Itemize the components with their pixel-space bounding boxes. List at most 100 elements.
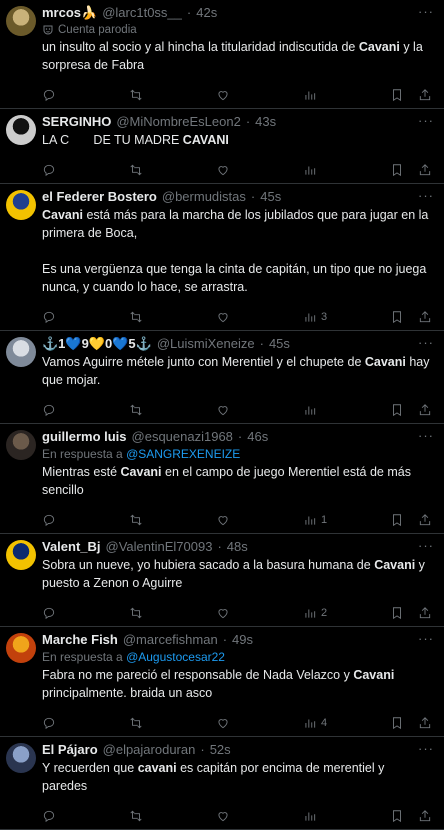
bookmark-button[interactable]: [390, 403, 404, 417]
retweet-button[interactable]: [129, 716, 216, 730]
avatar[interactable]: [6, 115, 36, 145]
tweet[interactable]: ··· el Federer Bostero @bermudistas · 45…: [0, 184, 444, 331]
display-name[interactable]: guillermo luis: [42, 428, 127, 446]
timestamp[interactable]: 46s: [247, 428, 268, 446]
avatar[interactable]: [6, 540, 36, 570]
display-name[interactable]: El Pájaro: [42, 741, 98, 759]
share-button[interactable]: [418, 513, 432, 527]
views-button[interactable]: 4: [303, 716, 390, 730]
more-icon[interactable]: ···: [418, 538, 434, 553]
reply-button[interactable]: [42, 513, 129, 527]
more-icon[interactable]: ···: [418, 4, 434, 19]
share-button[interactable]: [418, 403, 432, 417]
retweet-button[interactable]: [129, 809, 216, 823]
user-handle[interactable]: @bermudistas: [162, 188, 246, 206]
like-button[interactable]: [216, 88, 303, 102]
timestamp[interactable]: 43s: [255, 113, 276, 131]
views-button[interactable]: 2: [303, 606, 390, 620]
avatar[interactable]: [6, 190, 36, 220]
reply-button[interactable]: [42, 163, 129, 177]
reply-to-link[interactable]: @SANGREXENEIZE: [126, 447, 240, 461]
bookmark-button[interactable]: [390, 809, 404, 823]
like-button[interactable]: [216, 606, 303, 620]
display-name[interactable]: SERGINHO: [42, 113, 111, 131]
user-handle[interactable]: @esquenazi1968: [132, 428, 233, 446]
reply-to-link[interactable]: @Augustocesar22: [126, 650, 225, 664]
share-button[interactable]: [418, 163, 432, 177]
retweet-button[interactable]: [129, 163, 216, 177]
views-button[interactable]: 3: [303, 310, 390, 324]
user-handle[interactable]: @ValentinEl70093: [106, 538, 213, 556]
bookmark-button[interactable]: [390, 716, 404, 730]
more-icon[interactable]: ···: [418, 428, 434, 443]
like-button[interactable]: [216, 809, 303, 823]
views-icon: [305, 516, 316, 525]
reply-button[interactable]: [42, 310, 129, 324]
share-button[interactable]: [418, 88, 432, 102]
bookmark-button[interactable]: [390, 606, 404, 620]
display-name[interactable]: ⚓1💙9💛0💙5⚓: [42, 335, 152, 353]
views-button[interactable]: [303, 163, 390, 177]
views-button[interactable]: [303, 88, 390, 102]
more-icon[interactable]: ···: [418, 335, 434, 350]
like-button[interactable]: [216, 310, 303, 324]
display-name[interactable]: el Federer Bostero: [42, 188, 157, 206]
share-button[interactable]: [418, 716, 432, 730]
share-button[interactable]: [418, 310, 432, 324]
avatar[interactable]: [6, 743, 36, 773]
timestamp[interactable]: 42s: [196, 4, 217, 22]
text-segment: [69, 133, 90, 147]
bookmark-button[interactable]: [390, 88, 404, 102]
retweet-button[interactable]: [129, 513, 216, 527]
user-handle[interactable]: @LuismiXeneize: [157, 335, 255, 353]
tweet[interactable]: ··· El Pájaro @elpajaroduran · 52s Y rec…: [0, 737, 444, 830]
views-button[interactable]: [303, 403, 390, 417]
more-icon[interactable]: ···: [418, 188, 434, 203]
tweet[interactable]: ··· mrcos🍌 @larc1t0ss__ · 42s Cuenta par…: [0, 0, 444, 109]
timestamp[interactable]: 48s: [227, 538, 248, 556]
more-icon[interactable]: ···: [418, 113, 434, 128]
timestamp[interactable]: 45s: [260, 188, 281, 206]
reply-button[interactable]: [42, 88, 129, 102]
tweet[interactable]: ··· Marche Fish @marcefishman · 49s En r…: [0, 627, 444, 737]
avatar[interactable]: [6, 633, 36, 663]
bookmark-button[interactable]: [390, 310, 404, 324]
display-name[interactable]: mrcos🍌: [42, 4, 97, 22]
retweet-button[interactable]: [129, 403, 216, 417]
avatar[interactable]: [6, 6, 36, 36]
views-button[interactable]: [303, 809, 390, 823]
views-button[interactable]: 1: [303, 513, 390, 527]
share-button[interactable]: [418, 809, 432, 823]
bookmark-button[interactable]: [390, 163, 404, 177]
user-handle[interactable]: @larc1t0ss__: [102, 4, 182, 22]
tweet[interactable]: ··· ⚓1💙9💛0💙5⚓ @LuismiXeneize · 45s Vamos…: [0, 331, 444, 424]
timestamp[interactable]: 49s: [232, 631, 253, 649]
like-button[interactable]: [216, 716, 303, 730]
user-handle[interactable]: @MiNombreEsLeon2: [116, 113, 240, 131]
reply-button[interactable]: [42, 716, 129, 730]
share-button[interactable]: [418, 606, 432, 620]
like-button[interactable]: [216, 403, 303, 417]
bookmark-button[interactable]: [390, 513, 404, 527]
tweet[interactable]: ··· guillermo luis @esquenazi1968 · 46s …: [0, 424, 444, 534]
retweet-button[interactable]: [129, 88, 216, 102]
more-icon[interactable]: ···: [418, 631, 434, 646]
retweet-button[interactable]: [129, 310, 216, 324]
display-name[interactable]: Marche Fish: [42, 631, 118, 649]
reply-button[interactable]: [42, 606, 129, 620]
retweet-button[interactable]: [129, 606, 216, 620]
tweet[interactable]: ··· Valent_Bj @ValentinEl70093 · 48s Sob…: [0, 534, 444, 627]
reply-button[interactable]: [42, 809, 129, 823]
like-button[interactable]: [216, 513, 303, 527]
timestamp[interactable]: 52s: [210, 741, 231, 759]
display-name[interactable]: Valent_Bj: [42, 538, 101, 556]
reply-button[interactable]: [42, 403, 129, 417]
avatar[interactable]: [6, 430, 36, 460]
more-icon[interactable]: ···: [418, 741, 434, 756]
user-handle[interactable]: @elpajaroduran: [103, 741, 196, 759]
like-button[interactable]: [216, 163, 303, 177]
tweet[interactable]: ··· SERGINHO @MiNombreEsLeon2 · 43s LA C…: [0, 109, 444, 184]
avatar[interactable]: [6, 337, 36, 367]
timestamp[interactable]: 45s: [269, 335, 290, 353]
user-handle[interactable]: @marcefishman: [123, 631, 218, 649]
